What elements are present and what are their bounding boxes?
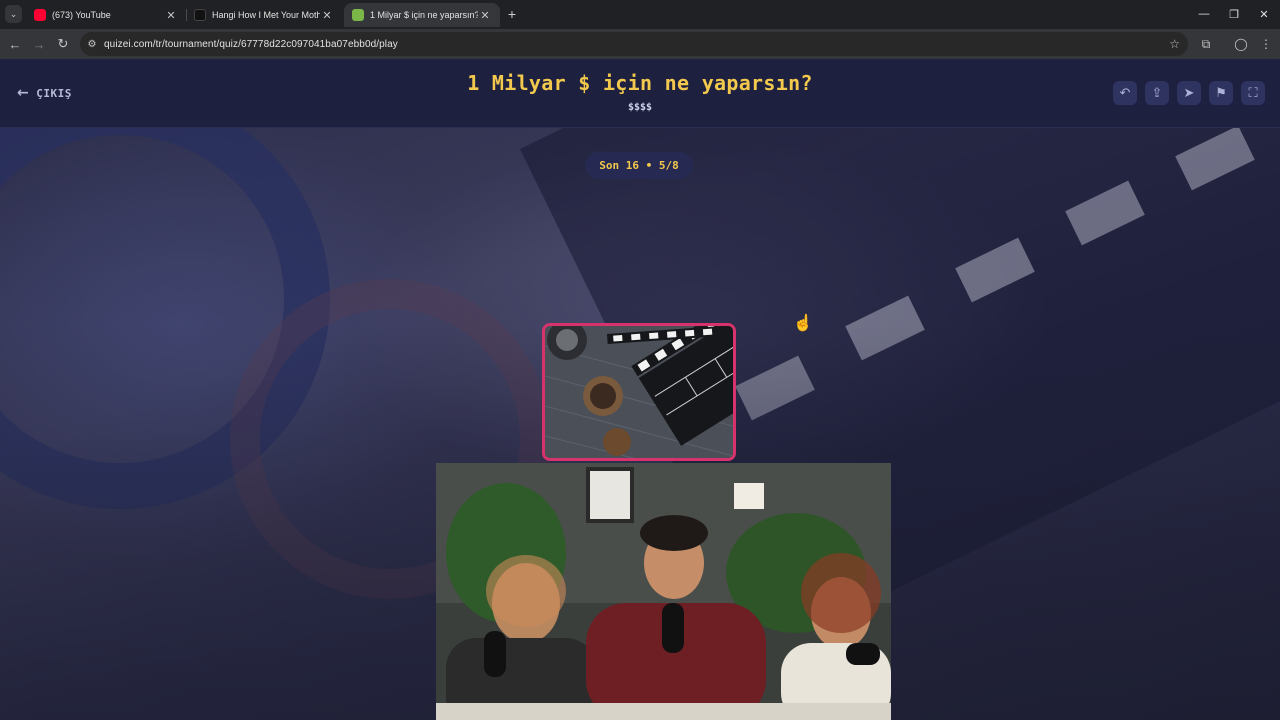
option-image-film-clapperboard <box>545 326 733 458</box>
url-text[interactable]: quizei.com/tr/tournament/quiz/67778d22c0… <box>104 39 398 50</box>
minimize-button[interactable]: — <box>1190 4 1218 24</box>
tab-current-quiz[interactable]: 1 Milyar $ için ne yaparsın? - 1 ✕ <box>344 3 500 27</box>
tab-title: (673) YouTube <box>52 10 111 20</box>
tab-search-icon[interactable]: ⌄ <box>5 5 22 23</box>
send-icon: ➤ <box>1183 85 1195 100</box>
address-bar: ← → ↻ ⚙ quizei.com/tr/tournament/quiz/67… <box>0 29 1280 59</box>
tab-close-icon[interactable]: ✕ <box>320 9 334 22</box>
webcam-video-feed <box>436 463 891 720</box>
restore-button[interactable]: ❐ <box>1220 4 1248 24</box>
report-button[interactable]: ⚑ <box>1209 81 1233 105</box>
quiz-page: ← ÇIKIŞ 1 Milyar $ için ne yaparsın? $$$… <box>0 59 1280 720</box>
round-indicator: Son 16 • 5/8 <box>585 152 693 179</box>
forward-icon[interactable]: → <box>29 34 49 54</box>
share-button[interactable]: ⇪ <box>1145 81 1169 105</box>
mouse-cursor-icon: ☝ <box>793 315 813 332</box>
omnibox[interactable]: ⚙ quizei.com/tr/tournament/quiz/67778d22… <box>80 32 1188 56</box>
browser-tab-bar: ⌄ (673) YouTube ✕ Hangi How I Met Your M… <box>0 0 1280 29</box>
extensions-icon[interactable]: ⧉ <box>1198 36 1214 52</box>
webcam-overlay <box>436 463 891 720</box>
new-tab-button[interactable]: + <box>504 5 520 23</box>
quiz-option-card[interactable] <box>542 323 736 461</box>
fullscreen-icon: ⛶ <box>1248 85 1258 100</box>
share-icon: ⇪ <box>1151 85 1163 100</box>
tab-close-icon[interactable]: ✕ <box>164 9 178 22</box>
undo-icon: ↶ <box>1119 85 1131 100</box>
arrow-left-icon: ← <box>17 85 30 101</box>
quiz-subtitle: $$$$ <box>627 102 653 113</box>
menu-icon[interactable]: ⋮ <box>1258 36 1274 52</box>
site-favicon-icon <box>194 9 206 21</box>
bookmark-star-icon[interactable]: ☆ <box>1169 37 1180 51</box>
flag-icon: ⚑ <box>1215 85 1227 100</box>
tab-close-icon[interactable]: ✕ <box>478 9 492 22</box>
tab-title: 1 Milyar $ için ne yaparsın? - 1 <box>370 10 478 20</box>
fullscreen-button[interactable]: ⛶ <box>1241 81 1265 105</box>
quizei-favicon-icon <box>352 9 364 21</box>
exit-label: ÇIKIŞ <box>36 86 72 100</box>
profile-icon[interactable]: ◯ <box>1233 36 1249 52</box>
back-icon[interactable]: ← <box>5 34 25 54</box>
tab-youtube[interactable]: (673) YouTube ✕ <box>26 3 186 27</box>
site-info-icon[interactable]: ⚙ <box>80 39 104 50</box>
tab-title: Hangi How I Met Your Mother <box>212 10 320 20</box>
send-button[interactable]: ➤ <box>1177 81 1201 105</box>
undo-button[interactable]: ↶ <box>1113 81 1137 105</box>
close-window-button[interactable]: ✕ <box>1250 4 1278 24</box>
youtube-favicon-icon <box>34 9 46 21</box>
quiz-header: ← ÇIKIŞ 1 Milyar $ için ne yaparsın? $$$… <box>0 59 1280 128</box>
tab-himym-quiz[interactable]: Hangi How I Met Your Mother ✕ <box>186 3 342 27</box>
exit-button[interactable]: ← ÇIKIŞ <box>17 85 72 101</box>
quiz-title: 1 Milyar $ için ne yaparsın? <box>467 71 813 95</box>
reload-icon[interactable]: ↻ <box>53 34 73 54</box>
